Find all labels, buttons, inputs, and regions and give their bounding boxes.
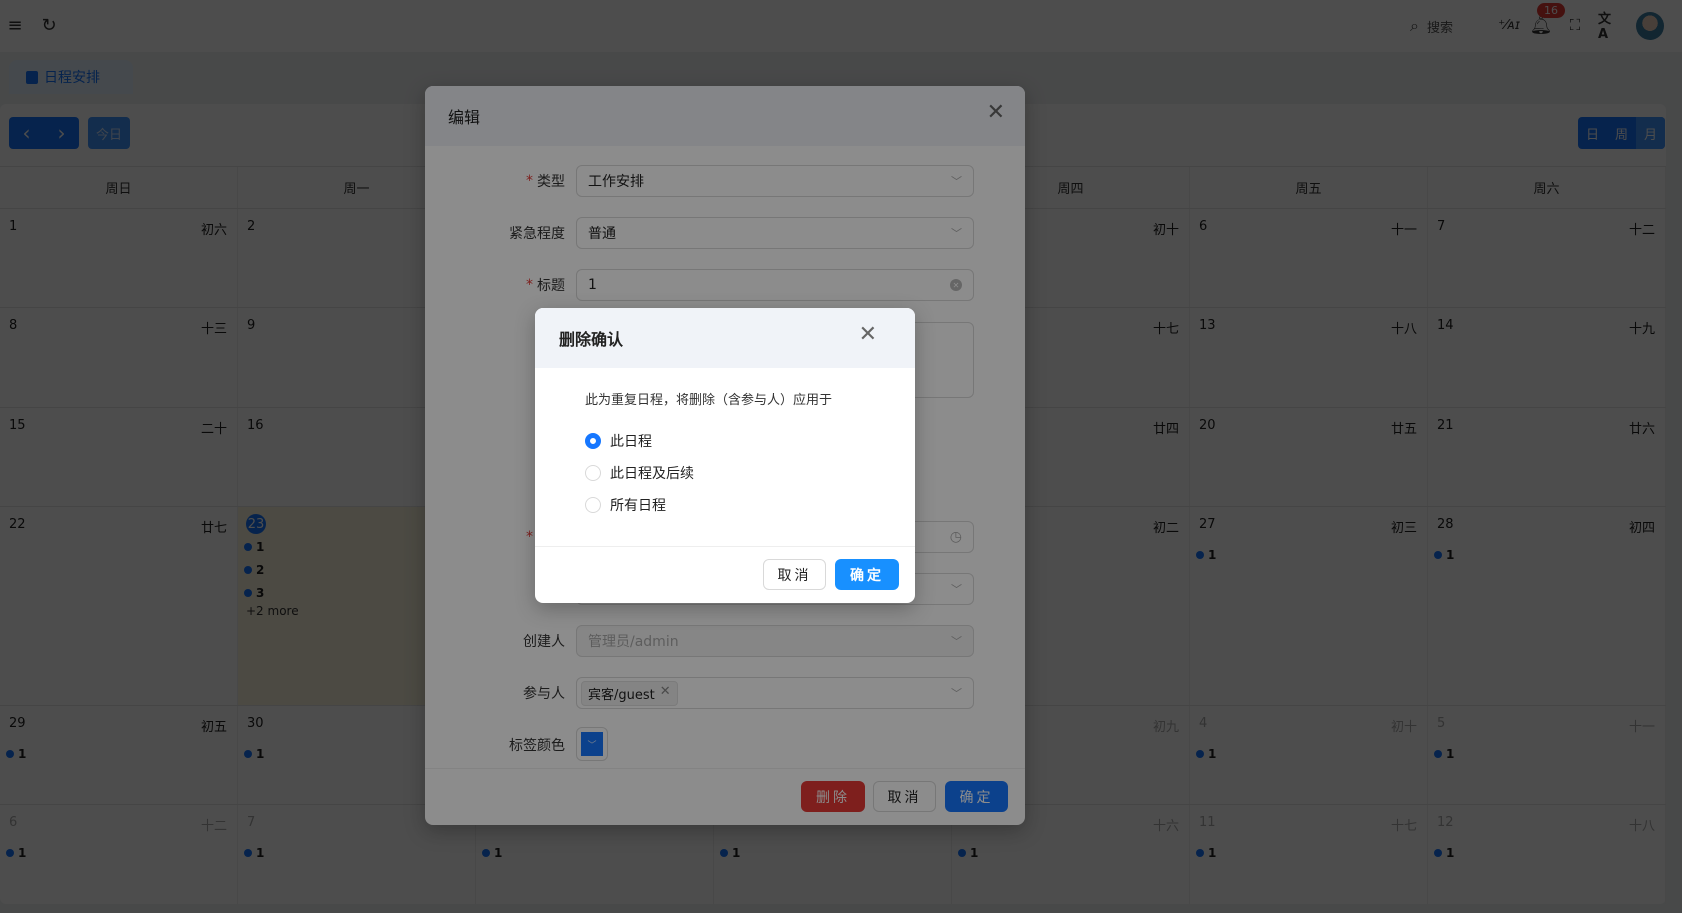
- radio-icon[interactable]: [585, 497, 601, 513]
- radio-label: 所有日程: [610, 498, 666, 514]
- radio-option[interactable]: 此日程及后续: [585, 463, 694, 483]
- confirm-title: 删除确认: [559, 330, 624, 349]
- radio-icon[interactable]: [585, 465, 601, 481]
- radio-label: 此日程: [610, 434, 652, 450]
- confirm-header: 删除确认 ✕: [535, 308, 915, 368]
- radio-option[interactable]: 此日程: [585, 431, 652, 451]
- confirm-footer-divider: [535, 546, 915, 547]
- confirm-ok-button[interactable]: 确定: [835, 559, 899, 590]
- confirm-message: 此为重复日程，将删除（含参与人）应用于: [585, 393, 833, 408]
- radio-label: 此日程及后续: [610, 466, 694, 482]
- confirm-cancel-button[interactable]: 取消: [763, 559, 826, 590]
- delete-confirm-modal: 删除确认 ✕ 此为重复日程，将删除（含参与人）应用于 此日程此日程及后续 所有日程…: [535, 308, 915, 603]
- radio-icon[interactable]: [585, 433, 601, 449]
- radio-option[interactable]: 所有日程: [585, 495, 666, 515]
- close-icon[interactable]: ✕: [859, 322, 877, 347]
